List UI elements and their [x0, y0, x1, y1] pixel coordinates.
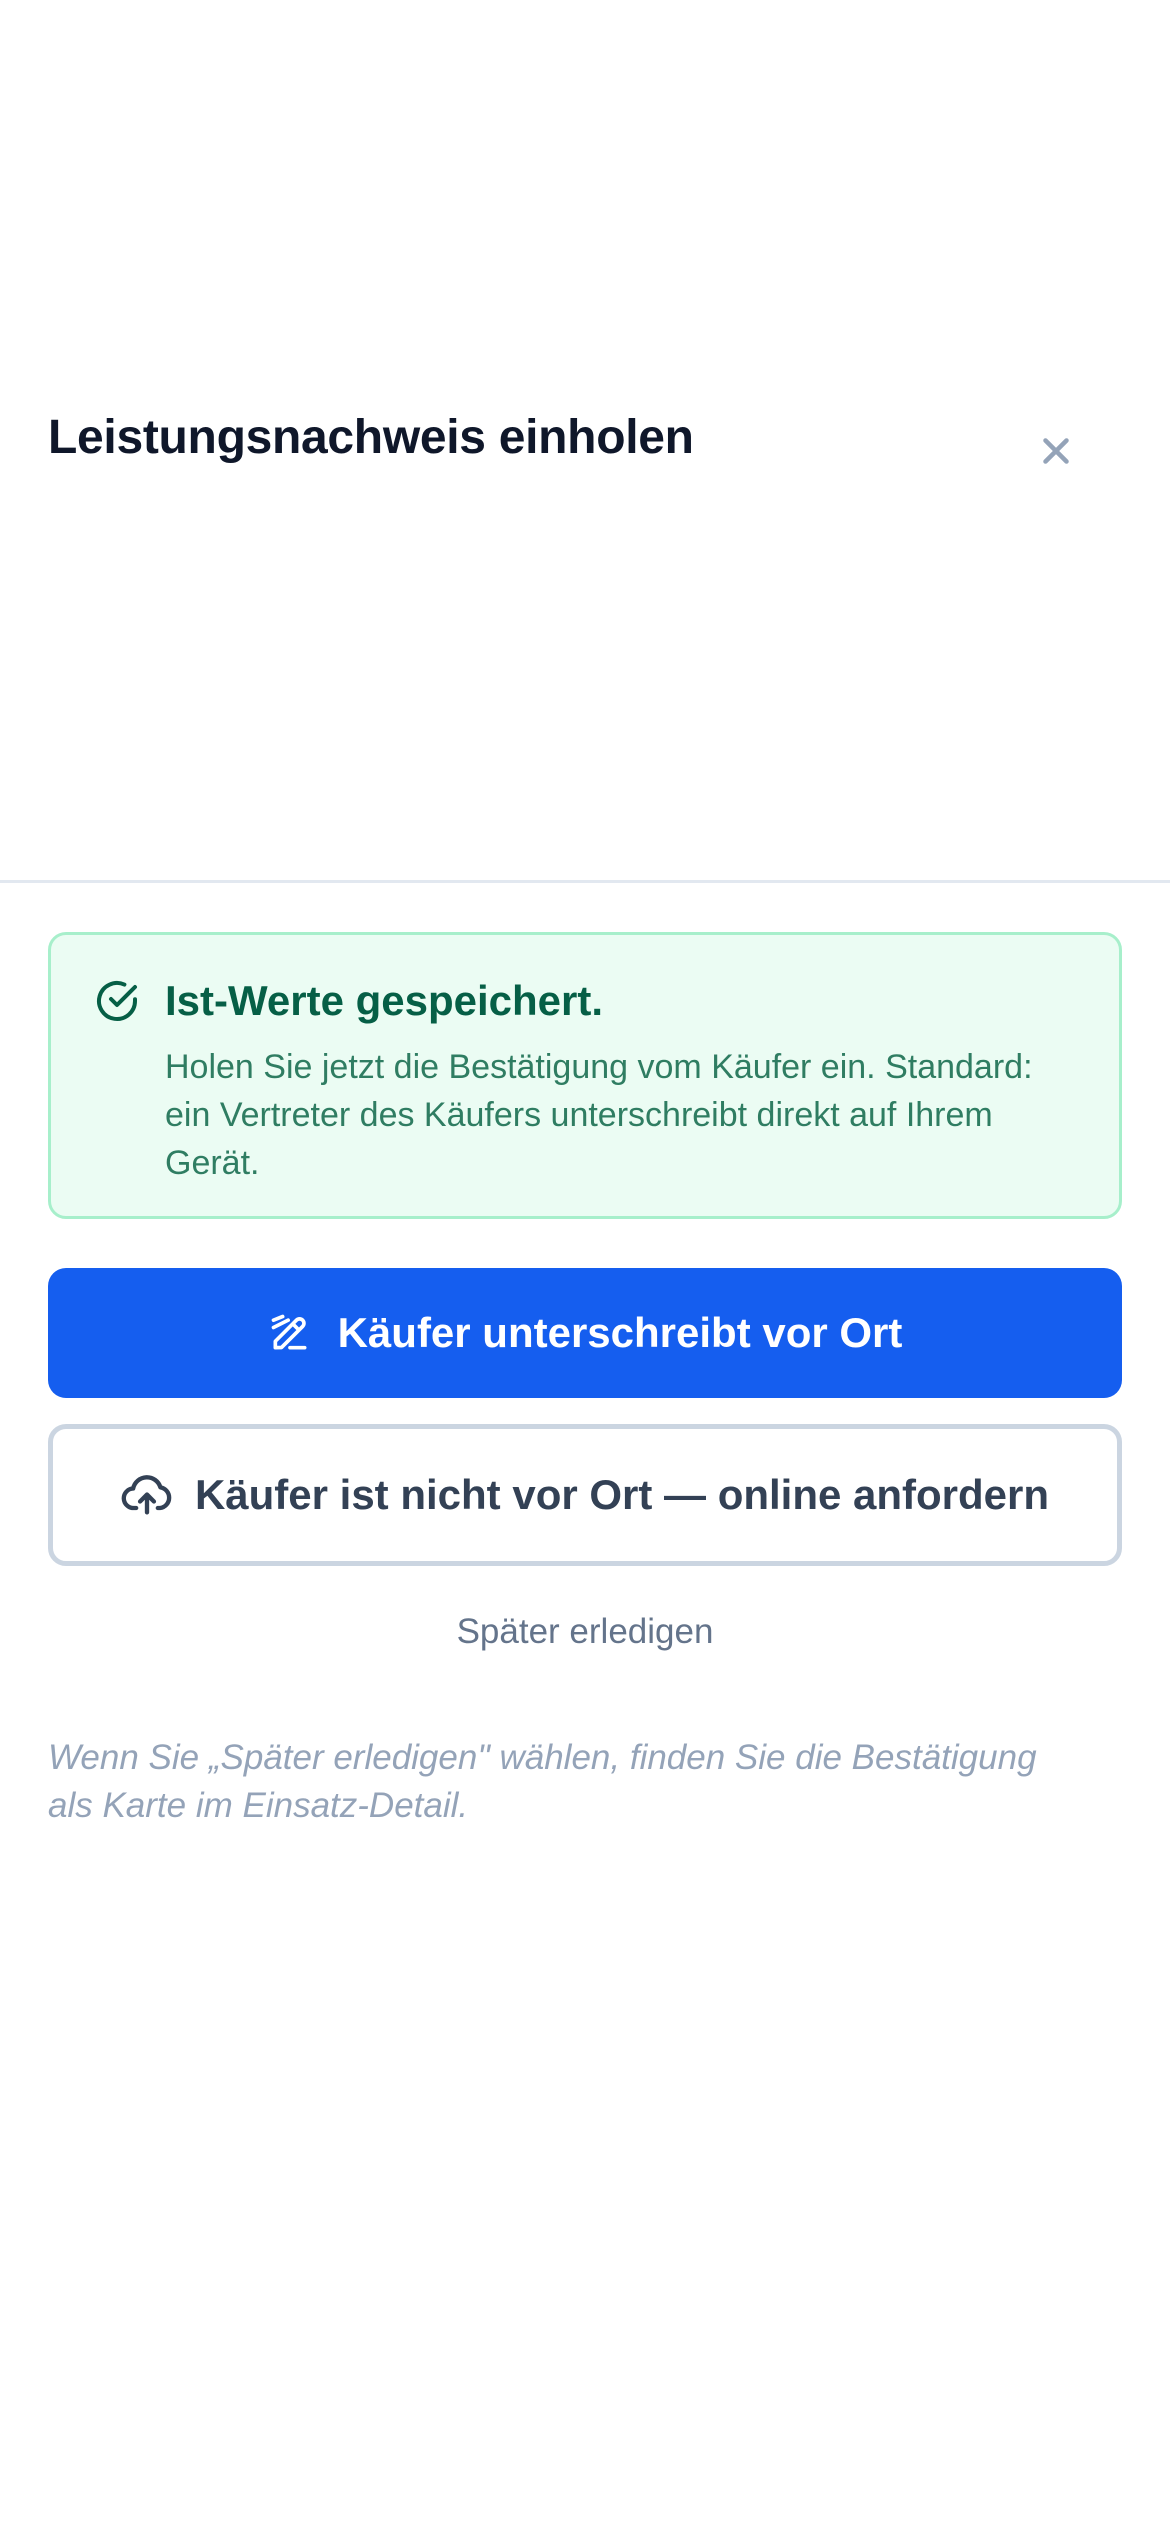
cloud-upload-icon	[121, 1475, 172, 1515]
request-online-label: Käufer ist nicht vor Ort — online anford…	[194, 1471, 1050, 1518]
close-button[interactable]	[1020, 415, 1092, 487]
sign-on-site-button[interactable]: Käufer unterschreibt vor Ort	[48, 1268, 1122, 1398]
success-message: Holen Sie jetzt die Bestätigung vom Käuf…	[165, 1048, 1033, 1182]
sheet-header: Leistungsnachweis einholen	[0, 380, 1170, 500]
screen: Leistungsnachweis einholen Ist-Werte ges…	[0, 0, 1170, 2532]
success-title: Ist-Werte gespeichert.	[165, 977, 604, 1024]
success-banner: Ist-Werte gespeichert. Holen Sie jetzt d…	[48, 932, 1122, 1219]
later-link[interactable]: Später erledigen	[0, 1612, 1170, 1652]
later-hint-text: Wenn Sie „Später erledigen" wählen, find…	[48, 1738, 1037, 1825]
close-icon	[1043, 438, 1069, 464]
check-circle-icon	[97, 981, 137, 1021]
page-title: Leistungsnachweis einholen	[48, 411, 694, 464]
request-online-button[interactable]: Käufer ist nicht vor Ort — online anford…	[48, 1424, 1122, 1566]
header-divider	[0, 880, 1170, 883]
sign-on-site-label: Käufer unterschreibt vor Ort	[337, 1309, 903, 1356]
signature-icon	[271, 1314, 307, 1350]
